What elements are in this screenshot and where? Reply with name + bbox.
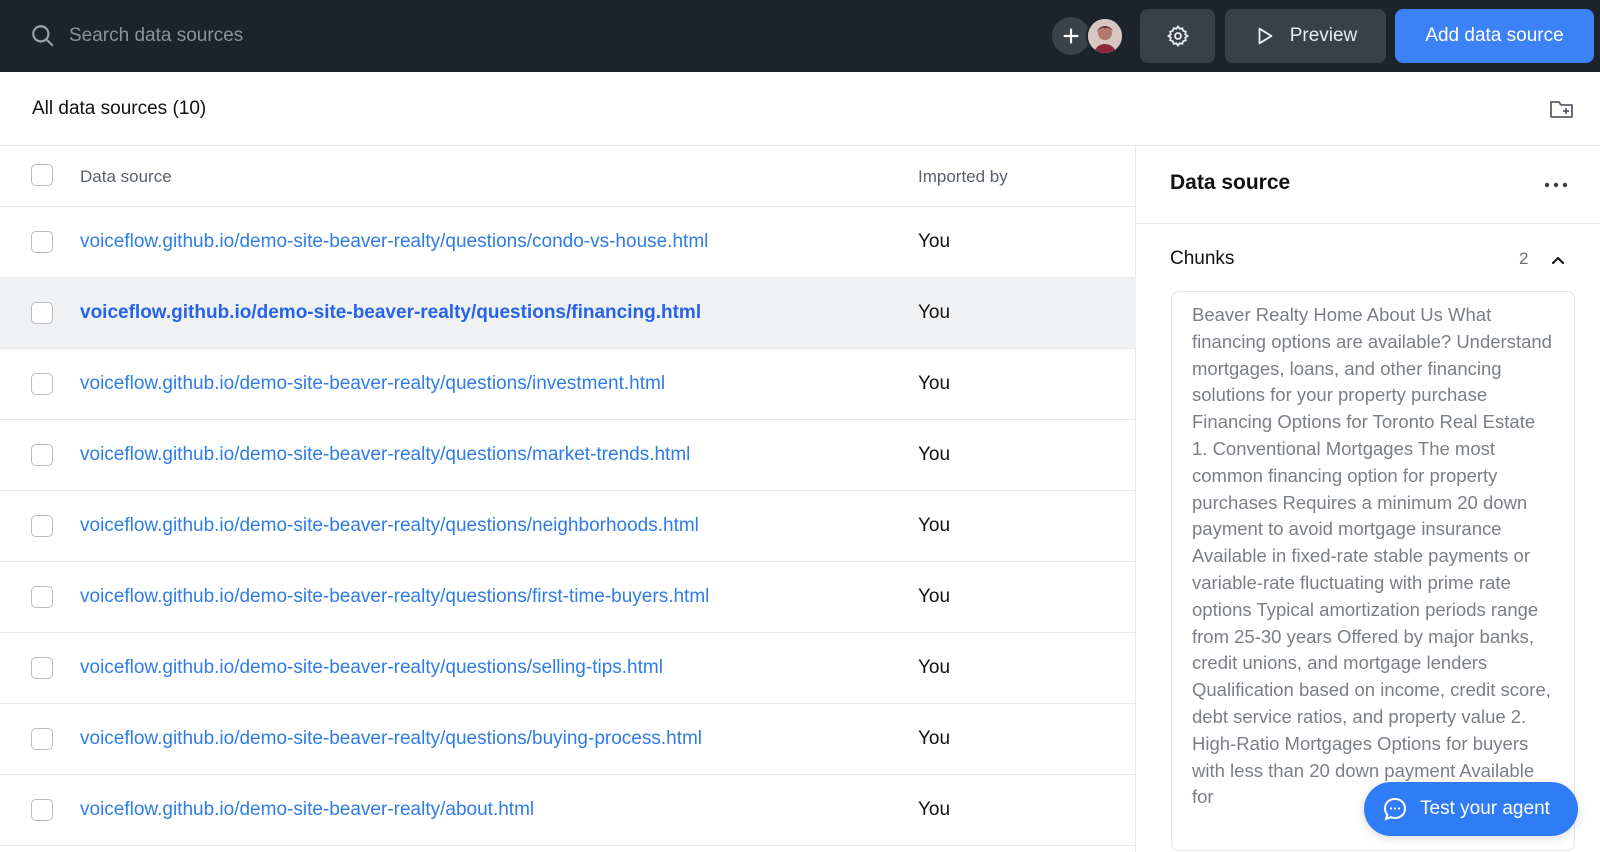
table-row-selected[interactable]: voiceflow.github.io/demo-site-beaver-rea… [0,278,1136,349]
test-agent-label: Test your agent [1420,798,1550,819]
panel-title: Data source [1170,171,1291,194]
imported-by: You [918,586,951,607]
column-header-imported-by: Imported by [918,167,1008,186]
settings-button[interactable] [1140,9,1215,63]
data-source-link[interactable]: voiceflow.github.io/demo-site-beaver-rea… [80,515,699,537]
chevron-up-icon [1551,256,1565,264]
table-row[interactable]: voiceflow.github.io/demo-site-beaver-rea… [0,704,1136,775]
gear-icon [1166,24,1189,48]
preview-label: Preview [1289,25,1358,46]
row-checkbox[interactable] [31,728,53,750]
new-folder-icon[interactable] [1549,97,1575,121]
page-title: All data sources (10) [32,98,207,119]
column-header-data-source: Data source [80,167,172,186]
imported-by: You [918,728,951,749]
chunks-count: 2 [1519,249,1529,268]
table-row[interactable]: voiceflow.github.io/demo-site-beaver-rea… [0,633,1136,704]
row-checkbox[interactable] [31,799,53,821]
test-agent-button[interactable]: Test your agent [1364,782,1578,836]
imported-by: You [918,444,951,465]
row-checkbox[interactable] [31,444,53,466]
avatar[interactable] [1086,17,1124,55]
search-input[interactable] [60,18,700,54]
user-avatar-icon [1088,19,1122,53]
more-options-button[interactable] [1536,170,1576,200]
row-checkbox[interactable] [31,515,53,537]
panel-header: Data source [1136,146,1600,224]
data-source-link[interactable]: voiceflow.github.io/demo-site-beaver-rea… [80,728,702,750]
row-checkbox[interactable] [31,657,53,679]
data-source-table: Data source Imported by voiceflow.github… [0,146,1136,852]
imported-by: You [918,657,951,678]
row-checkbox[interactable] [31,302,53,324]
data-source-link[interactable]: voiceflow.github.io/demo-site-beaver-rea… [80,444,690,466]
play-icon [1258,27,1273,45]
plus-icon [1063,28,1079,44]
row-checkbox[interactable] [31,586,53,608]
chunk-card[interactable]: Beaver Realty Home About Us What financi… [1171,291,1575,851]
add-data-source-button[interactable]: Add data source [1395,9,1594,63]
data-source-link[interactable]: voiceflow.github.io/demo-site-beaver-rea… [80,657,663,679]
imported-by: You [918,799,951,820]
table-row[interactable]: voiceflow.github.io/demo-site-beaver-rea… [0,562,1136,633]
data-source-link[interactable]: voiceflow.github.io/demo-site-beaver-rea… [80,373,665,395]
add-collaborator-button[interactable] [1052,17,1090,55]
collapse-chunks-button[interactable] [1544,246,1572,274]
preview-button[interactable]: Preview [1225,9,1386,63]
table-row[interactable]: voiceflow.github.io/demo-site-beaver-rea… [0,491,1136,562]
imported-by: You [918,302,951,323]
chunks-label: Chunks [1170,248,1235,269]
data-source-link[interactable]: voiceflow.github.io/demo-site-beaver-rea… [80,231,708,253]
search-icon [32,25,54,47]
chat-bubble-icon [1383,797,1407,821]
imported-by: You [918,231,951,252]
table-row[interactable]: voiceflow.github.io/demo-site-beaver-rea… [0,420,1136,491]
data-source-link[interactable]: voiceflow.github.io/demo-site-beaver-rea… [80,799,534,821]
more-horizontal-icon [1544,182,1568,188]
list-header: All data sources (10) [0,72,1600,146]
table-row[interactable]: voiceflow.github.io/demo-site-beaver-rea… [0,207,1136,278]
chunk-text: Beaver Realty Home About Us What financi… [1192,304,1552,808]
data-source-link[interactable]: voiceflow.github.io/demo-site-beaver-rea… [80,586,709,608]
table-row[interactable]: voiceflow.github.io/demo-site-beaver-rea… [0,349,1136,420]
imported-by: You [918,515,951,536]
chunks-section-header[interactable]: Chunks 2 [1136,224,1600,296]
data-source-panel: Data source Chunks 2 Beaver Realty Home … [1136,146,1600,852]
row-checkbox[interactable] [31,373,53,395]
select-all-checkbox[interactable] [31,164,53,186]
table-row[interactable]: voiceflow.github.io/demo-site-beaver-rea… [0,775,1136,846]
row-checkbox[interactable] [31,231,53,253]
imported-by: You [918,373,951,394]
data-source-link[interactable]: voiceflow.github.io/demo-site-beaver-rea… [80,302,701,324]
table-header: Data source Imported by [0,146,1136,207]
top-bar: Preview Add data source [0,0,1600,72]
